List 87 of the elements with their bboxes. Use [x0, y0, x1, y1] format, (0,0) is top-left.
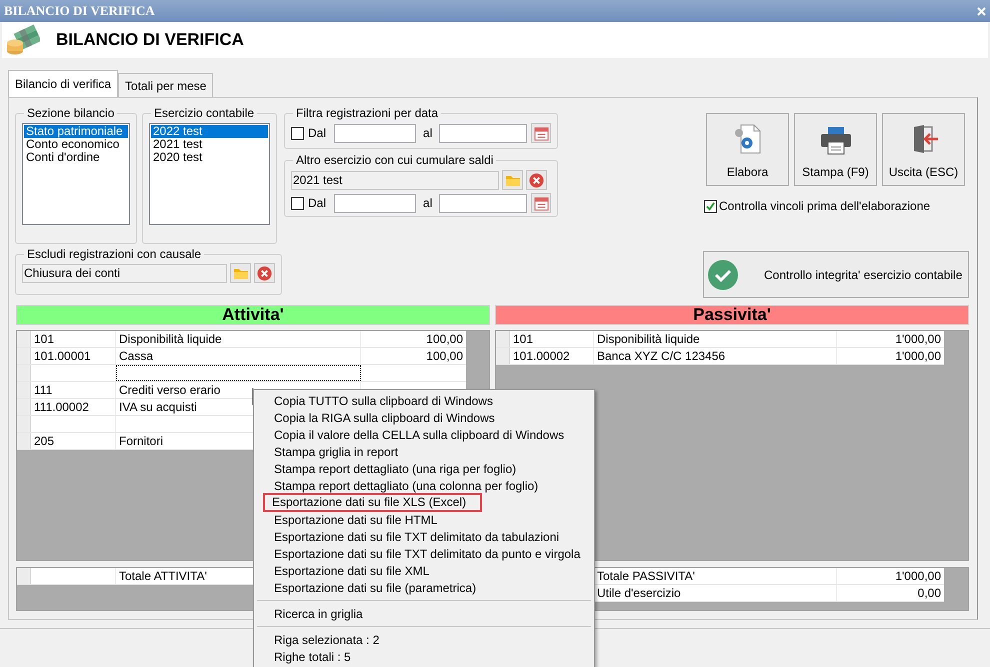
calendar-button[interactable] [531, 193, 552, 213]
list-item[interactable]: Conto economico [24, 138, 128, 151]
menu-item[interactable]: Esportazione dati su file TXT delimitato da tabulazioni [265, 528, 566, 545]
table-cell-text: 1'000,00 [894, 348, 942, 364]
folder-icon [232, 266, 248, 280]
date-from-label: Dal [308, 125, 326, 142]
table-cell: 101.00002 [510, 348, 594, 364]
list-box[interactable]: Stato patrimoniale Conto economico Conti d'ordine [22, 123, 130, 225]
menu-item[interactable]: Esportazione dati su file XLS (Excel) [263, 493, 482, 512]
table-cell: Banca XYZ C/C 123456 [594, 348, 837, 364]
table-cell: 101.00001 [31, 348, 116, 364]
date-to-field[interactable] [439, 124, 528, 142]
group-label: Filtra registrazioni per data [295, 105, 440, 122]
calendar-icon [534, 196, 549, 210]
clear-button[interactable] [254, 263, 275, 283]
list-item[interactable]: 2022 test [151, 125, 268, 138]
tab[interactable]: Totali per mese [118, 73, 214, 97]
group-label: Escludi registrazioni con causale [26, 246, 202, 263]
table-cell-text: 100,00 [425, 348, 464, 364]
row-header[interactable] [17, 348, 31, 364]
close-icon[interactable] [977, 6, 986, 16]
list-item[interactable]: Stato patrimoniale [24, 125, 128, 138]
table-cell: 111.00002 [31, 399, 116, 415]
row-header[interactable] [496, 331, 510, 347]
row-header[interactable] [17, 416, 31, 432]
menu-item[interactable]: Esportazione dati su file TXT delimitato da punto e virgola [265, 545, 586, 562]
menu-item[interactable]: Stampa report dettagliato (una riga per foglio) [265, 460, 522, 477]
table-cell-text: 1'000,00 [894, 568, 942, 584]
folder-icon [504, 174, 520, 186]
lookup-field[interactable]: Chiusura dei conti [22, 264, 227, 282]
row-header[interactable] [17, 433, 31, 449]
printer-icon [820, 125, 852, 155]
money-stack-icon [6, 24, 40, 56]
group-label: Sezione bilancio [26, 105, 116, 122]
checkbox[interactable] [291, 196, 304, 210]
integrity-check-button[interactable]: Controllo integrita' esercizio contabile [703, 251, 969, 298]
group-label: Esercizio contabile [153, 105, 256, 122]
row-header[interactable] [17, 382, 31, 398]
date-to-label: al [423, 125, 432, 142]
menu-item[interactable]: Esportazione dati su file HTML [265, 511, 444, 528]
page-title: BILANCIO DI VERIFICA [56, 29, 244, 52]
table-cell-text: 0,00 [916, 585, 942, 601]
list-item[interactable]: 2020 test [151, 151, 268, 164]
menu-item[interactable]: Riga selezionata : 2 [265, 631, 386, 648]
table-cell: 205 [31, 433, 116, 449]
check-circle-icon [708, 260, 738, 290]
toolbar-button[interactable]: Uscita (ESC) [882, 113, 965, 186]
section-header: Attivita' [16, 305, 490, 325]
date-from-field[interactable] [334, 124, 416, 142]
group-label: Altro esercizio con cui cumulare saldi [295, 152, 494, 169]
table-cell: 101 [31, 331, 116, 347]
menu-item[interactable]: Righe totali : 5 [265, 648, 357, 665]
lookup-field[interactable]: 2021 test [291, 170, 499, 190]
row-header[interactable] [17, 331, 31, 347]
table-cell: 101 [510, 331, 594, 347]
row-header[interactable] [17, 568, 31, 584]
date-to-label: al [423, 195, 432, 212]
checkbox-label: Controlla vincoli prima dell'elaborazione [719, 198, 930, 215]
menu-item[interactable]: Ricerca in griglia [265, 605, 369, 622]
list-item[interactable]: 2021 test [151, 138, 268, 151]
toolbar-button[interactable]: Stampa (F9) [794, 113, 877, 186]
date-to-field[interactable] [439, 194, 528, 212]
date-from-field[interactable] [334, 194, 416, 212]
row-header[interactable] [496, 348, 510, 364]
section-header: Passivita' [495, 305, 969, 325]
checkbox[interactable] [704, 200, 717, 212]
table-cell: Disponibilità liquide [594, 331, 837, 347]
table-cell-text: 1'000,00 [894, 331, 942, 347]
calendar-button[interactable] [531, 123, 552, 143]
list-item[interactable]: Conti d'ordine [24, 151, 128, 164]
clear-icon [257, 266, 272, 280]
table-cell: 111 [31, 382, 116, 398]
toolbar-button[interactable]: Elabora [706, 113, 789, 186]
clear-icon [529, 172, 544, 188]
row-header[interactable] [17, 365, 31, 381]
tab[interactable]: Bilancio di verifica [8, 70, 118, 97]
checkbox[interactable] [291, 126, 304, 140]
date-from-label: Dal [308, 195, 326, 212]
list-box[interactable]: 2022 test 2021 test 2020 test [149, 123, 270, 225]
row-header[interactable] [17, 399, 31, 415]
calendar-icon [534, 126, 549, 140]
window-title: BILANCIO DI VERIFICA [4, 2, 155, 20]
table-cell-text: 100,00 [425, 331, 464, 347]
clear-button[interactable] [526, 170, 547, 190]
menu-item[interactable]: Stampa report dettagliato (una colonna per foglio) [265, 477, 544, 494]
table-cell: Disponibilità liquide [116, 331, 361, 347]
table-cell: Cassa [116, 348, 361, 364]
